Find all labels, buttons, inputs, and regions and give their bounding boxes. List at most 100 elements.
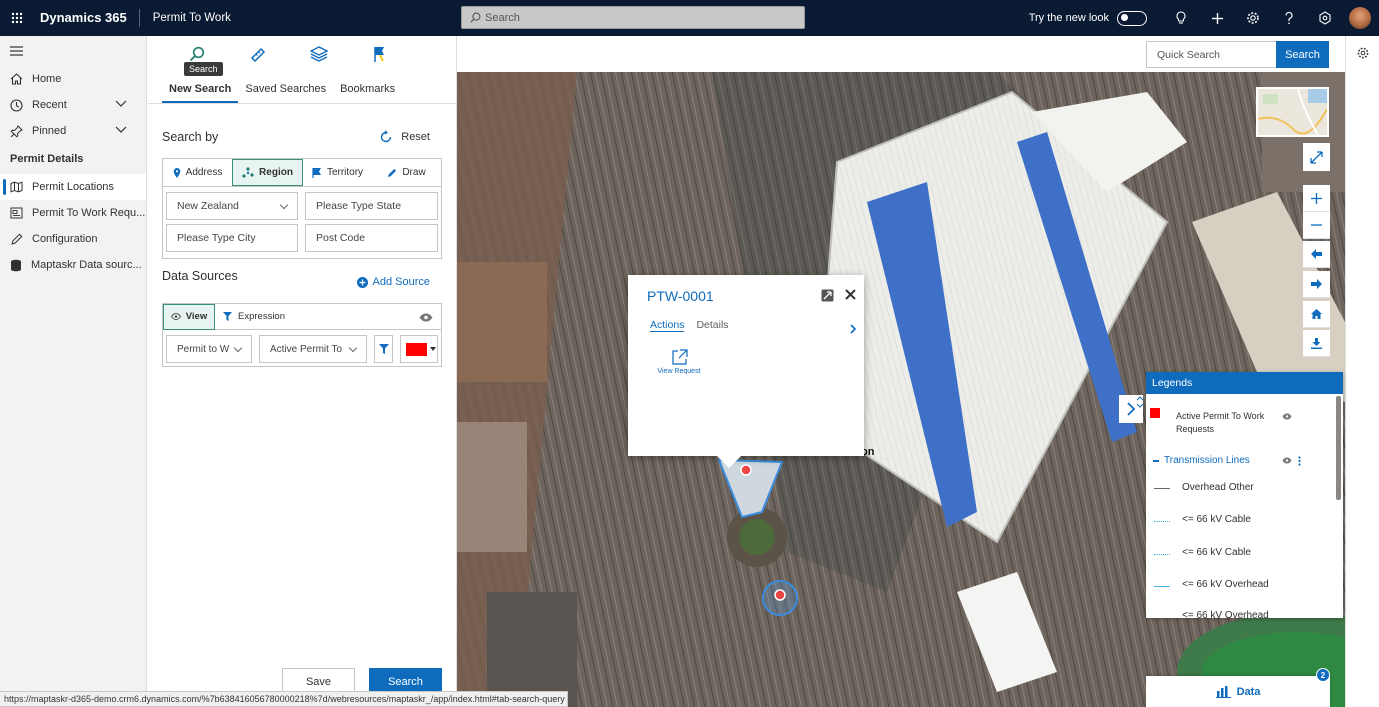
mode-label: Draw — [402, 167, 426, 178]
lightbulb-icon[interactable] — [1163, 0, 1199, 36]
state-placeholder: Please Type State — [316, 200, 402, 212]
chevron-down-icon[interactable] — [115, 126, 127, 134]
mode-address[interactable]: Address — [163, 159, 232, 186]
quick-search-input[interactable]: Quick Search — [1146, 41, 1277, 68]
close-icon[interactable] — [845, 289, 856, 300]
collapse-minus-icon[interactable] — [1153, 460, 1159, 462]
app-name[interactable]: Permit To Work — [153, 12, 231, 24]
gear-icon[interactable] — [1235, 0, 1271, 36]
quick-search-button[interactable]: Search — [1276, 41, 1329, 68]
add-source-button[interactable]: Add Source — [356, 276, 430, 288]
legend-group-transmission[interactable]: Transmission Lines — [1146, 455, 1331, 469]
database-icon — [11, 259, 21, 271]
user-avatar[interactable] — [1349, 7, 1371, 29]
global-search-input[interactable]: Search — [461, 6, 805, 29]
city-input[interactable]: Please Type City — [166, 224, 298, 252]
previous-extent-button[interactable] — [1303, 241, 1330, 268]
caret-down-icon — [430, 347, 436, 351]
legend-scrollbar[interactable] — [1336, 396, 1341, 500]
chevron-right-icon[interactable] — [850, 324, 857, 334]
fullscreen-button[interactable] — [1303, 143, 1330, 171]
search-mode-selector: Address Region Territory Draw — [163, 159, 441, 187]
mode-label: Address — [185, 167, 223, 178]
tab-saved-searches[interactable]: Saved Searches — [238, 83, 333, 103]
brand-name[interactable]: Dynamics 365 — [40, 9, 140, 27]
new-look-toggle[interactable] — [1117, 10, 1147, 26]
popup-tabs: Actions Details — [650, 319, 741, 332]
legend-entry-label: <= 66 kV Overhead — [1182, 610, 1269, 618]
download-button[interactable] — [1303, 330, 1330, 357]
scroll-caret-icon[interactable] — [1136, 395, 1144, 409]
mode-region[interactable]: Region — [232, 159, 303, 186]
layer-color-picker[interactable] — [400, 335, 438, 363]
zoom-in-button[interactable] — [1303, 185, 1330, 212]
reset-button[interactable]: Reset — [379, 130, 430, 144]
expression-toggle[interactable]: Expression — [223, 311, 285, 322]
nav-home[interactable]: Home — [0, 66, 146, 92]
arrow-left-icon — [1311, 249, 1322, 259]
tab-bookmarks[interactable]: Bookmarks — [333, 83, 402, 103]
state-input[interactable]: Please Type State — [305, 192, 438, 220]
popup-tab-actions[interactable]: Actions — [650, 319, 685, 332]
zoom-out-button[interactable] — [1303, 212, 1330, 239]
popup-title[interactable]: PTW-0001 — [647, 288, 714, 304]
hamburger-menu-icon[interactable] — [0, 36, 146, 66]
eye-icon[interactable] — [419, 313, 433, 322]
data-label: Data — [1236, 685, 1261, 698]
minimap[interactable] — [1256, 87, 1329, 137]
plus-icon[interactable] — [1199, 0, 1235, 36]
add-source-label: Add Source — [372, 276, 430, 288]
eye-icon — [170, 313, 181, 320]
status-url-bar: https://maptaskr-d365-demo.crm6.dynamics… — [0, 691, 568, 707]
view-toggle[interactable]: View — [163, 303, 215, 330]
next-extent-button[interactable] — [1303, 271, 1330, 298]
eye-icon[interactable] — [1282, 413, 1292, 420]
view-select[interactable]: Active Permit To — [259, 335, 367, 363]
nav-data-sources[interactable]: Maptaskr Data sourc... — [0, 252, 146, 278]
nav-recent[interactable]: Recent — [0, 92, 146, 118]
country-select[interactable]: New Zealand — [166, 192, 298, 220]
nav-permit-requests[interactable]: Permit To Work Requ... — [0, 200, 146, 226]
line-symbol — [1154, 554, 1170, 555]
mode-label: Territory — [326, 167, 364, 178]
pencil-icon — [11, 233, 23, 245]
tool-measure-tab[interactable] — [227, 36, 288, 72]
nav-item-label: Permit Locations — [32, 181, 114, 193]
tool-layers-tab[interactable] — [288, 36, 349, 72]
eye-icon[interactable] — [1282, 457, 1292, 464]
data-panel-button[interactable]: Data 2 — [1146, 668, 1330, 707]
right-side-strip — [1345, 36, 1379, 707]
home-extent-button[interactable] — [1303, 301, 1330, 328]
more-options-icon[interactable] — [1298, 456, 1301, 466]
feature-popup: PTW-0001 Actions Details View Request — [628, 275, 864, 468]
chevron-down-icon[interactable] — [115, 100, 127, 108]
tool-bookmark-tab[interactable] — [349, 36, 410, 72]
mode-territory[interactable]: Territory — [303, 159, 372, 186]
legend-title: Legends — [1146, 372, 1343, 394]
download-icon — [1311, 337, 1322, 349]
popup-pointer — [717, 456, 741, 468]
settings-shield-icon[interactable] — [1307, 0, 1343, 36]
open-record-icon[interactable] — [821, 289, 834, 302]
expand-icon — [1310, 150, 1323, 164]
clock-icon — [10, 98, 23, 112]
view-request-action[interactable]: View Request — [656, 349, 702, 375]
nav-permit-locations[interactable]: Permit Locations — [0, 174, 146, 200]
popup-tab-details[interactable]: Details — [696, 319, 728, 332]
legend-entry-label: <= 66 kV Cable — [1182, 547, 1251, 558]
app-launcher-icon[interactable] — [0, 0, 34, 36]
mode-draw[interactable]: Draw — [372, 159, 441, 186]
tab-new-search[interactable]: New Search — [162, 83, 239, 103]
postcode-input[interactable]: Post Code — [305, 224, 438, 252]
data-sources-heading: Data Sources — [162, 269, 238, 283]
help-icon[interactable] — [1271, 0, 1307, 36]
nav-item-label: Permit To Work Requ... — [32, 207, 146, 219]
legend-entry-label: <= 66 kV Cable — [1182, 514, 1251, 525]
nav-configuration[interactable]: Configuration — [0, 226, 146, 252]
view-request-label: View Request — [657, 368, 701, 375]
entity-select[interactable]: Permit to W — [166, 335, 252, 363]
nav-pinned[interactable]: Pinned — [0, 118, 146, 144]
region-points-icon — [242, 167, 254, 178]
settings-icon[interactable] — [1357, 47, 1369, 59]
filter-button[interactable] — [374, 335, 393, 363]
